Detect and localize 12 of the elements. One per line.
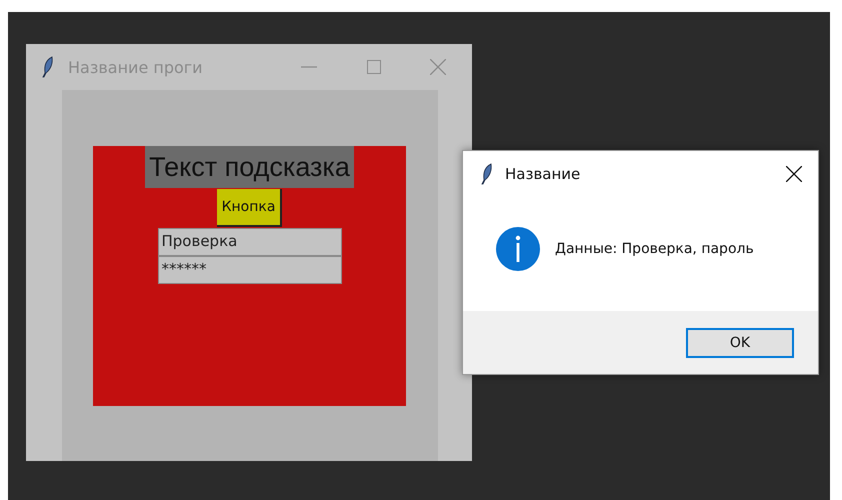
message-text: Данные: Проверка, пароль: [555, 241, 754, 257]
close-icon[interactable]: [786, 166, 802, 182]
ok-button[interactable]: OK: [686, 328, 794, 358]
window-title: Название проги: [68, 58, 204, 76]
input-field[interactable]: Проверка: [158, 228, 342, 256]
dialog-title: Название: [505, 165, 582, 183]
feather-icon: [481, 163, 493, 185]
action-button[interactable]: Кнопка: [216, 189, 282, 227]
feather-icon: [42, 56, 54, 78]
input-field[interactable]: ******: [158, 256, 342, 284]
hint-label: Текст подсказка: [145, 146, 354, 188]
info-icon: [495, 226, 541, 272]
